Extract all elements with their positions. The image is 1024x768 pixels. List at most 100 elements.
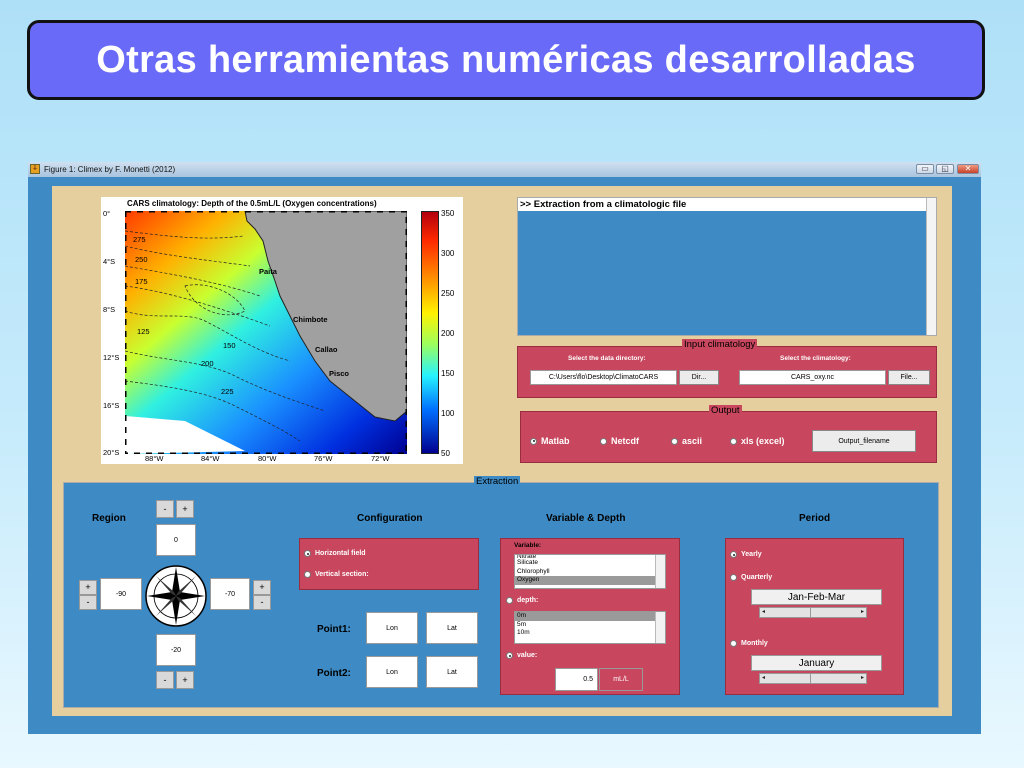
quarter-slider[interactable]: ◂ ▸ — [759, 607, 867, 618]
map-plot — [125, 211, 407, 454]
y-tick-label: 0° — [103, 209, 111, 218]
radio-dot — [506, 597, 513, 604]
file-button[interactable]: File... — [888, 370, 930, 385]
contour-label: 125 — [137, 327, 150, 336]
output-matlab-radio[interactable]: Matlab — [530, 436, 570, 446]
slider-left-arrow-icon[interactable]: ◂ — [762, 674, 765, 683]
city-label: Paita — [259, 267, 277, 276]
output-xls-radio[interactable]: xls (excel) — [730, 436, 785, 446]
contour-label: 250 — [135, 255, 148, 264]
west-plus-button[interactable]: + — [79, 580, 97, 595]
city-label: Pisco — [329, 369, 350, 378]
configuration-group — [299, 538, 479, 590]
colorbar-label: 350 — [441, 209, 455, 218]
value-field[interactable]: 0.5 — [555, 668, 598, 691]
point1-label: Point1: — [317, 624, 351, 635]
y-tick-label: 20°S — [103, 448, 120, 457]
x-tick-label: 84°W — [201, 454, 220, 463]
north-field[interactable]: 0 — [156, 524, 196, 556]
listbox-scrollbar[interactable] — [655, 612, 665, 643]
dir-button[interactable]: Dir... — [679, 370, 719, 385]
output-ascii-radio[interactable]: ascii — [671, 436, 702, 446]
west-field[interactable]: -90 — [100, 578, 142, 610]
yearly-radio[interactable]: Yearly — [730, 551, 762, 558]
south-minus-button[interactable]: - — [156, 671, 174, 689]
input-climatology-label: Input climatology — [682, 339, 758, 350]
output-filename-button[interactable]: Output_filename — [812, 430, 916, 452]
slider-left-arrow-icon[interactable]: ◂ — [762, 608, 765, 617]
restore-button[interactable]: ◱ — [936, 164, 954, 174]
climatology-field[interactable]: CARS_oxy.nc — [739, 370, 886, 385]
contour-label: 150 — [223, 341, 236, 350]
east-plus-button[interactable]: + — [253, 580, 271, 595]
point2-lat-field[interactable]: Lat — [426, 656, 478, 688]
radio-dot — [304, 550, 311, 557]
radio-dot — [671, 437, 678, 445]
south-field[interactable]: -20 — [156, 634, 196, 666]
point1-lon-field[interactable]: Lon — [366, 612, 418, 644]
point1-lat-field[interactable]: Lat — [426, 612, 478, 644]
list-item-selected[interactable]: 0m — [515, 612, 665, 621]
contour-label: 200 — [201, 359, 214, 368]
west-minus-button[interactable]: - — [79, 595, 97, 610]
radio-label: depth: — [517, 597, 539, 604]
variable-listbox[interactable]: Nitrate Silicate Chlorophyll Oxygen — [514, 554, 666, 589]
value-radio[interactable]: value: — [506, 652, 537, 659]
city-label: Chimbote — [293, 315, 328, 324]
slide-title: Otras herramientas numéricas desarrollad… — [27, 20, 985, 100]
y-tick-label: 12°S — [103, 353, 120, 362]
month-slider[interactable]: ◂ ▸ — [759, 673, 867, 684]
compass-rose-icon — [145, 565, 207, 627]
horizontal-field-radio[interactable]: Horizontal field — [304, 550, 366, 557]
list-item[interactable]: Chlorophyll — [515, 568, 665, 577]
depth-radio[interactable]: depth: — [506, 597, 538, 604]
radio-label: ascii — [682, 436, 703, 446]
quarter-value: Jan-Feb-Mar — [751, 589, 882, 605]
city-label: Callao — [315, 345, 338, 354]
radio-label: value: — [517, 652, 538, 659]
minimize-button[interactable]: ▭ — [916, 164, 934, 174]
console-scrollbar[interactable] — [926, 198, 936, 335]
contour-label: 275 — [133, 235, 146, 244]
slider-right-arrow-icon[interactable]: ▸ — [861, 674, 864, 683]
slider-right-arrow-icon[interactable]: ▸ — [861, 608, 864, 617]
radio-dot — [730, 551, 737, 558]
close-button[interactable]: ✕ — [957, 164, 979, 174]
colorbar-label: 100 — [441, 409, 455, 418]
y-tick-label: 4°S — [103, 257, 116, 266]
east-field[interactable]: -70 — [210, 578, 250, 610]
console-output[interactable]: >> Extraction from a climatologic file — [517, 197, 937, 336]
monthly-radio[interactable]: Monthly — [730, 640, 768, 647]
x-tick-label: 80°W — [258, 454, 277, 463]
contour-label: 225 — [221, 387, 234, 396]
radio-dot — [530, 437, 537, 445]
output-label: Output — [709, 405, 742, 416]
point2-lon-field[interactable]: Lon — [366, 656, 418, 688]
north-plus-button[interactable]: + — [176, 500, 194, 518]
radio-dot — [730, 640, 737, 647]
radio-label: Horizontal field — [315, 550, 366, 557]
list-item[interactable]: Silicate — [515, 559, 665, 568]
south-plus-button[interactable]: + — [176, 671, 194, 689]
slider-thumb[interactable] — [810, 674, 811, 683]
depth-listbox[interactable]: 0m 5m 10m — [514, 611, 666, 644]
list-item[interactable]: 10m — [515, 629, 665, 638]
quarterly-radio[interactable]: Quarterly — [730, 574, 772, 581]
climatology-label: Select the climatology: — [780, 355, 851, 362]
app-window: ↆ Figure 1: Climex by F. Monetti (2012) … — [28, 162, 981, 734]
point2-label: Point2: — [317, 668, 351, 679]
window-titlebar: ↆ Figure 1: Climex by F. Monetti (2012) … — [28, 162, 981, 177]
variable-label: Variable: — [514, 542, 542, 549]
radio-label: xls (excel) — [741, 436, 785, 446]
slider-thumb[interactable] — [810, 608, 811, 617]
data-directory-field[interactable]: C:\Users\flo\Desktop\ClimatoCARS — [530, 370, 677, 385]
output-netcdf-radio[interactable]: Netcdf — [600, 436, 639, 446]
listbox-scrollbar[interactable] — [655, 555, 665, 588]
north-minus-button[interactable]: - — [156, 500, 174, 518]
east-minus-button[interactable]: - — [253, 595, 271, 610]
list-item[interactable]: 5m — [515, 621, 665, 630]
radio-dot — [506, 652, 513, 659]
vertical-section-radio[interactable]: Vertical section: — [304, 571, 369, 578]
list-item-selected[interactable]: Oxygen — [515, 576, 665, 585]
period-title: Period — [799, 513, 831, 524]
